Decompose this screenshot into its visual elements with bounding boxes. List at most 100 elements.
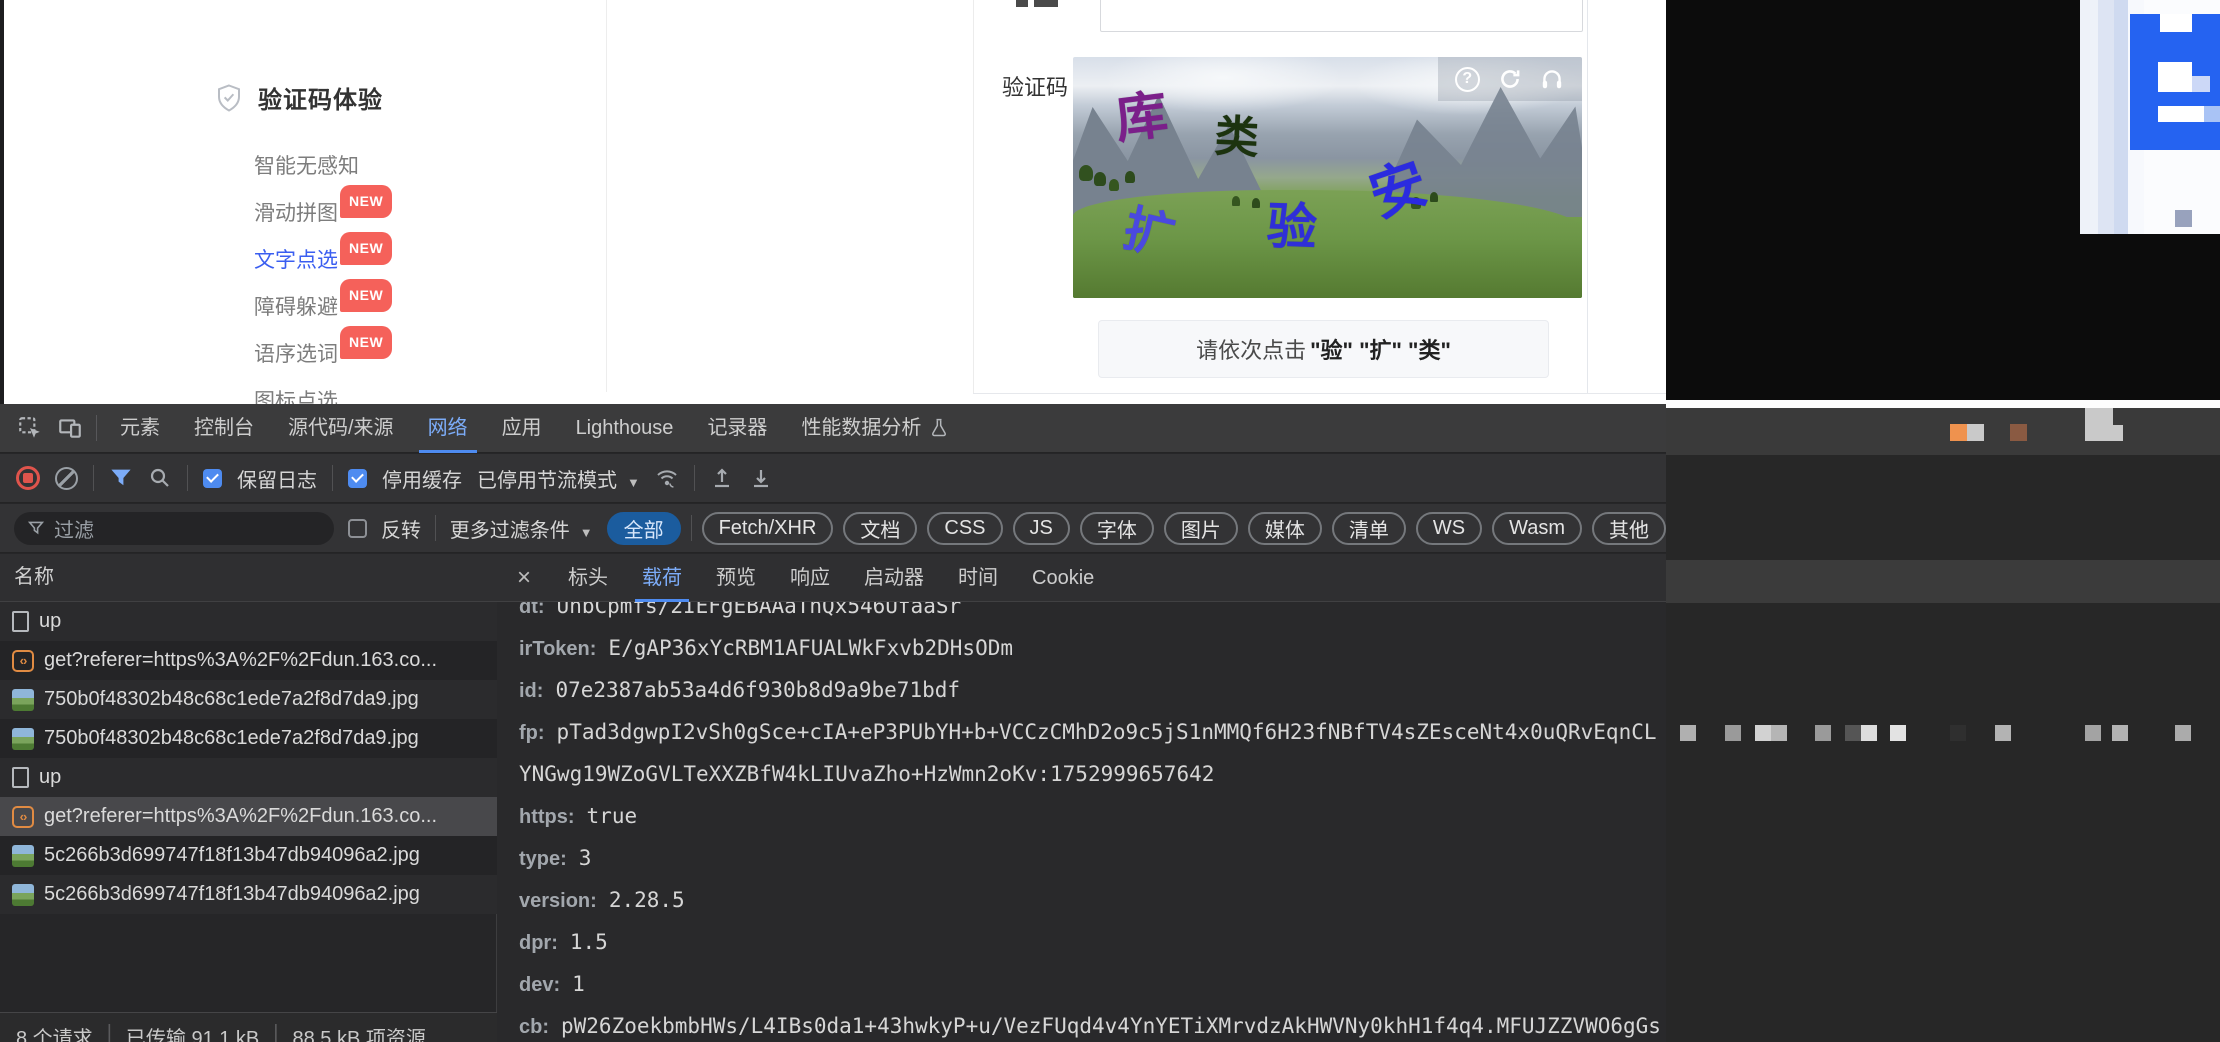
pill-font[interactable]: 字体 [1080, 512, 1154, 545]
pill-img[interactable]: 图片 [1164, 512, 1238, 545]
search-icon[interactable] [148, 466, 172, 490]
table-row[interactable]: ‹›get?referer=https%3A%2F%2Fdun.163.co..… [0, 641, 497, 680]
table-row[interactable]: up [0, 758, 497, 797]
captcha-image[interactable]: 库 类 安 扩 验 ? [1073, 57, 1582, 298]
help-icon[interactable]: ? [1455, 67, 1480, 92]
tab-response[interactable]: 响应 [773, 554, 847, 602]
pixel-artifact [1890, 725, 1906, 741]
divider [187, 465, 188, 491]
form-input[interactable] [1100, 0, 1583, 32]
table-row[interactable]: 750b0f48302b48c68c1ede7a2f8d7da9.jpg [0, 680, 497, 719]
tab-network[interactable]: 网络 [411, 404, 485, 453]
captcha-char[interactable]: 验 [1266, 186, 1318, 260]
image-icon [12, 845, 34, 867]
table-row[interactable]: 5c266b3d699747f18f13b47db94096a2.jpg [0, 875, 497, 914]
disable-cache-checkbox[interactable] [348, 469, 367, 488]
tab-recorder[interactable]: 记录器 [690, 404, 784, 453]
tab-initiator[interactable]: 启动器 [847, 554, 941, 602]
table-row-selected[interactable]: ‹›get?referer=https%3A%2F%2Fdun.163.co..… [0, 797, 497, 836]
request-count: 8 个请求 [16, 1022, 93, 1042]
payload-entry: id:07e2387ab53a4d6f930b8d9a9be71bdf [519, 670, 1666, 712]
import-har-icon[interactable] [710, 466, 734, 490]
clear-icon[interactable] [55, 467, 78, 490]
tab-application[interactable]: 应用 [485, 404, 559, 453]
captcha-char[interactable]: 库 [1111, 72, 1172, 153]
captcha-char[interactable]: 类 [1213, 100, 1260, 166]
headset-icon[interactable] [1539, 66, 1565, 92]
more-filters-dropdown[interactable]: 更多过滤条件▼ [450, 514, 593, 543]
tab-payload[interactable]: 载荷 [625, 554, 699, 602]
pixel-artifact [1680, 725, 1696, 741]
pill-wasm[interactable]: Wasm [1492, 512, 1582, 545]
tab-console[interactable]: 控制台 [177, 404, 271, 453]
sidebar-item-obstacle[interactable]: 障碍躲避NEW [254, 294, 338, 321]
pill-css[interactable]: CSS [927, 512, 1002, 545]
divider: | [273, 1022, 278, 1042]
preserve-log-label[interactable]: 保留日志 [237, 464, 317, 493]
disable-cache-label[interactable]: 停用缓存 [382, 464, 462, 493]
pill-manifest[interactable]: 清单 [1332, 512, 1406, 545]
close-icon[interactable]: × [497, 564, 551, 592]
sidebar-item-icon-click[interactable]: 图标点选 [254, 388, 338, 404]
image-icon [12, 728, 34, 750]
sidebar: 验证码体验 智能无感知 滑动拼图NEW 文字点选NEW 障碍躲避NEW 语序选词… [214, 80, 383, 404]
invert-checkbox[interactable] [348, 519, 367, 538]
pill-media[interactable]: 媒体 [1248, 512, 1322, 545]
export-har-icon[interactable] [749, 466, 773, 490]
device-toolbar-icon[interactable] [50, 404, 90, 453]
devtools: 元素 控制台 源代码/来源 网络 应用 Lighthouse 记录器 性能数据分… [0, 404, 1666, 1042]
tab-lighthouse[interactable]: Lighthouse [559, 404, 691, 453]
pixel-artifact [1845, 725, 1861, 741]
tab-performance-insights[interactable]: 性能数据分析 [784, 404, 966, 453]
throttling-select[interactable]: 已停用节流模式▼ [477, 464, 640, 493]
tab-sources[interactable]: 源代码/来源 [271, 404, 411, 453]
xhr-icon: ‹› [12, 650, 34, 672]
sidebar-item-word-order[interactable]: 语序选词NEW [254, 341, 338, 368]
pixel-artifact [1950, 725, 1966, 741]
table-row[interactable]: 5c266b3d699747f18f13b47db94096a2.jpg [0, 836, 497, 875]
inspect-icon[interactable] [10, 404, 50, 453]
image-icon [12, 884, 34, 906]
tab-preview[interactable]: 预览 [699, 554, 773, 602]
pill-other[interactable]: 其他 [1592, 512, 1666, 545]
filter-placeholder: 过滤 [54, 514, 94, 543]
tab-headers[interactable]: 标头 [551, 554, 625, 602]
tab-cookies[interactable]: Cookie [1015, 554, 1111, 602]
captcha-prompt: 请依次点击 "验" "扩" "类" [1098, 320, 1549, 378]
pixel-artifact [2175, 210, 2192, 227]
table-row[interactable]: up [0, 602, 497, 641]
divider [691, 515, 692, 541]
filter-funnel-icon[interactable] [109, 466, 133, 490]
refresh-icon[interactable] [1497, 66, 1523, 92]
pixel-artifact [2085, 425, 2123, 441]
invert-label[interactable]: 反转 [381, 514, 421, 543]
filter-input[interactable]: 过滤 [14, 512, 334, 545]
payload-entry: fp:pTad3dgwpI2vSh0gSce+cIA+eP3PUbYH+b+VC… [519, 712, 1666, 796]
new-badge: NEW [340, 279, 392, 312]
sidebar-item-word-click[interactable]: 文字点选NEW [254, 247, 338, 274]
sidebar-item-smart[interactable]: 智能无感知 [254, 153, 359, 180]
pixel-artifact [1950, 424, 1967, 441]
band [1666, 408, 2220, 455]
record-icon[interactable] [16, 466, 40, 490]
tab-timing[interactable]: 时间 [941, 554, 1015, 602]
divider: | [107, 1022, 112, 1042]
transferred: 已传输 91.1 kB [126, 1022, 259, 1042]
devtools-tabbar: 元素 控制台 源代码/来源 网络 应用 Lighthouse 记录器 性能数据分… [0, 404, 1666, 453]
preserve-log-checkbox[interactable] [203, 469, 222, 488]
document-icon [12, 611, 29, 632]
pill-doc[interactable]: 文档 [843, 512, 917, 545]
tab-elements[interactable]: 元素 [103, 404, 177, 453]
pill-js[interactable]: JS [1013, 512, 1070, 545]
pill-fetch-xhr[interactable]: Fetch/XHR [702, 512, 834, 545]
table-row[interactable]: 750b0f48302b48c68c1ede7a2f8d7da9.jpg [0, 719, 497, 758]
pill-ws[interactable]: WS [1416, 512, 1482, 545]
name-column-header[interactable]: 名称 [0, 554, 497, 602]
network-conditions-icon[interactable] [655, 466, 679, 490]
band [1666, 560, 2220, 603]
card-border-left [973, 0, 974, 393]
payload-entry: https:true [519, 796, 1666, 838]
card-border-right [1587, 0, 1588, 393]
pill-all[interactable]: 全部 [607, 512, 681, 545]
sidebar-item-slide-puzzle[interactable]: 滑动拼图NEW [254, 200, 338, 227]
